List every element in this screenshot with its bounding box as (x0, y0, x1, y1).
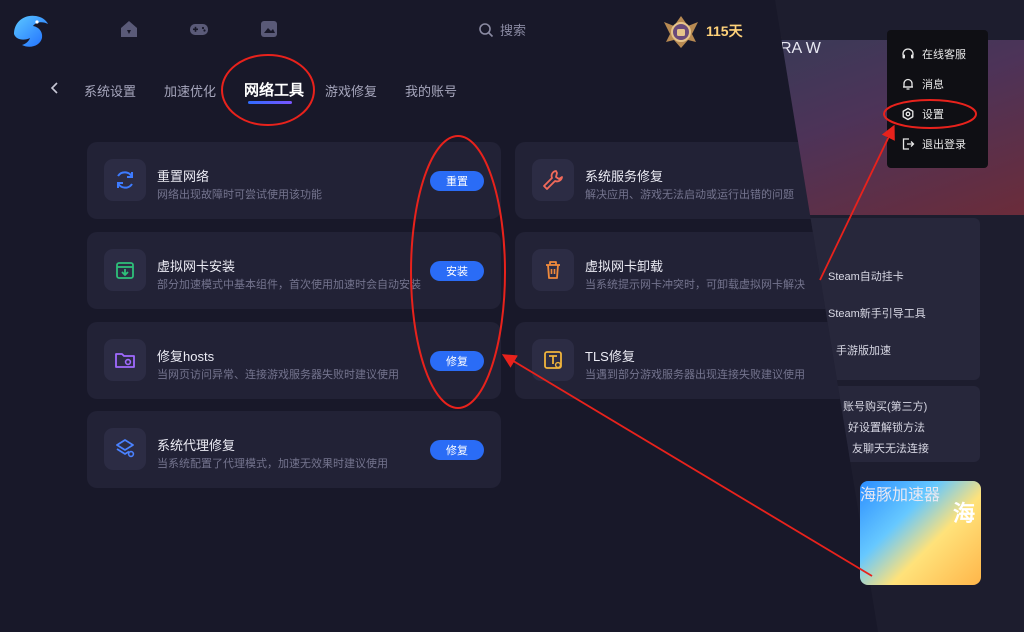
tool-card-proxy-repair: 系统代理修复 当系统配置了代理模式，加速无效果时建议使用 修复 (87, 411, 501, 488)
tab-my-account[interactable]: 我的账号 (405, 81, 457, 100)
tool-title: 系统服务修复 (585, 169, 664, 184)
tab-acceleration[interactable]: 加速优化 (164, 81, 216, 100)
banner-text: RA W (780, 40, 821, 57)
tab-active-indicator (248, 101, 292, 104)
folder-gear-icon (115, 353, 135, 368)
repair-hosts-button[interactable]: 修复 (430, 351, 484, 371)
menu-item-support[interactable]: 在线客服 (887, 42, 988, 66)
tool-desc: 解决应用、游戏无法启动或运行出错的问题 (585, 189, 794, 201)
tool-icon-box (104, 159, 146, 201)
tool-desc: 当系统配置了代理模式，加速无效果时建议使用 (157, 458, 388, 470)
back-chevron-icon[interactable] (48, 80, 62, 96)
dropdown-menu: 在线客服 消息 设置 退出登录 (887, 30, 988, 168)
tool-card-repair-hosts: 修复hosts 当网页访问异常、连接游戏服务器失败时建议使用 修复 (87, 322, 501, 399)
bell-icon (903, 78, 913, 90)
promo-brand: 海豚加速器 (860, 487, 941, 504)
promo-char: 海 (953, 501, 976, 526)
menu-label: 在线客服 (922, 49, 966, 61)
wrench-icon (543, 170, 563, 190)
menu-item-settings[interactable]: 设置 (887, 102, 988, 126)
proxy-icon (116, 439, 135, 458)
notice-item[interactable]: 友聊天无法连接 (852, 440, 929, 456)
vip-medal-icon (664, 16, 698, 48)
tls-icon (544, 351, 562, 369)
refresh-icon (117, 171, 133, 189)
tool-desc: 部分加速模式中基本组件，首次使用加速时会自动安装 (157, 279, 421, 291)
side-item-steam-guide[interactable]: Steam新手引导工具 (828, 305, 926, 321)
tool-desc: 当遇到部分游戏服务器出现连接失败建议使用 (585, 369, 805, 381)
vip-status[interactable]: 115天 (660, 12, 743, 50)
gear-icon (902, 107, 914, 121)
menu-label: 设置 (922, 109, 944, 121)
home-icon[interactable] (118, 18, 140, 40)
notice-item[interactable]: 账号购买(第三方) (843, 398, 927, 414)
side-item-steam-cards[interactable]: Steam自动挂卡 (828, 268, 904, 284)
tool-title: 虚拟网卡安装 (157, 259, 236, 274)
search-box[interactable]: 搜索 (478, 20, 526, 39)
tool-title: 虚拟网卡卸载 (585, 259, 664, 274)
headset-icon (902, 48, 914, 59)
trash-icon (546, 261, 560, 279)
tool-title: 系统代理修复 (157, 438, 236, 453)
menu-label: 消息 (922, 79, 944, 91)
tool-desc: 当系统提示网卡冲突时，可卸载虚拟网卡解决 (585, 279, 805, 291)
reset-button[interactable]: 重置 (430, 171, 484, 191)
notice-item[interactable]: 好设置解锁方法 (848, 419, 925, 435)
install-box-icon (116, 262, 134, 279)
tool-desc: 网络出现故障时可尝试使用该功能 (157, 189, 322, 201)
dolphin-logo-icon (14, 15, 48, 47)
tab-game-repair[interactable]: 游戏修复 (325, 81, 377, 100)
tool-card-install-nic: 虚拟网卡安装 部分加速模式中基本组件，首次使用加速时会自动安装 安装 (87, 232, 501, 309)
tool-card-reset-network: 重置网络 网络出现故障时可尝试使用该功能 重置 (87, 142, 501, 219)
menu-item-logout[interactable]: 退出登录 (887, 132, 988, 156)
search-label: 搜索 (500, 23, 527, 38)
tool-icon-box (104, 428, 146, 470)
side-item-mobile-boost[interactable]: 手游版加速 (836, 342, 891, 358)
tool-icon-box (532, 249, 574, 291)
repair-proxy-button[interactable]: 修复 (430, 440, 484, 460)
search-icon (479, 22, 494, 37)
tool-icon-box (104, 339, 146, 381)
menu-item-messages[interactable]: 消息 (887, 72, 988, 96)
tool-title: 重置网络 (157, 169, 210, 184)
tool-icon-box (104, 249, 146, 291)
gallery-icon[interactable] (258, 18, 280, 40)
tab-network-tools[interactable]: 网络工具 (244, 79, 304, 100)
tab-system-settings[interactable]: 系统设置 (84, 81, 136, 100)
install-button[interactable]: 安装 (430, 261, 484, 281)
tool-desc: 当网页访问异常、连接游戏服务器失败时建议使用 (157, 369, 399, 381)
tool-icon-box (532, 159, 574, 201)
gamepad-icon[interactable] (188, 18, 210, 40)
tool-title: 修复hosts (157, 349, 215, 364)
logout-icon (902, 138, 915, 150)
menu-label: 退出登录 (922, 139, 966, 151)
tool-icon-box (532, 339, 574, 381)
vip-days: 115天 (706, 23, 743, 39)
tool-title: TLS修复 (585, 349, 635, 364)
